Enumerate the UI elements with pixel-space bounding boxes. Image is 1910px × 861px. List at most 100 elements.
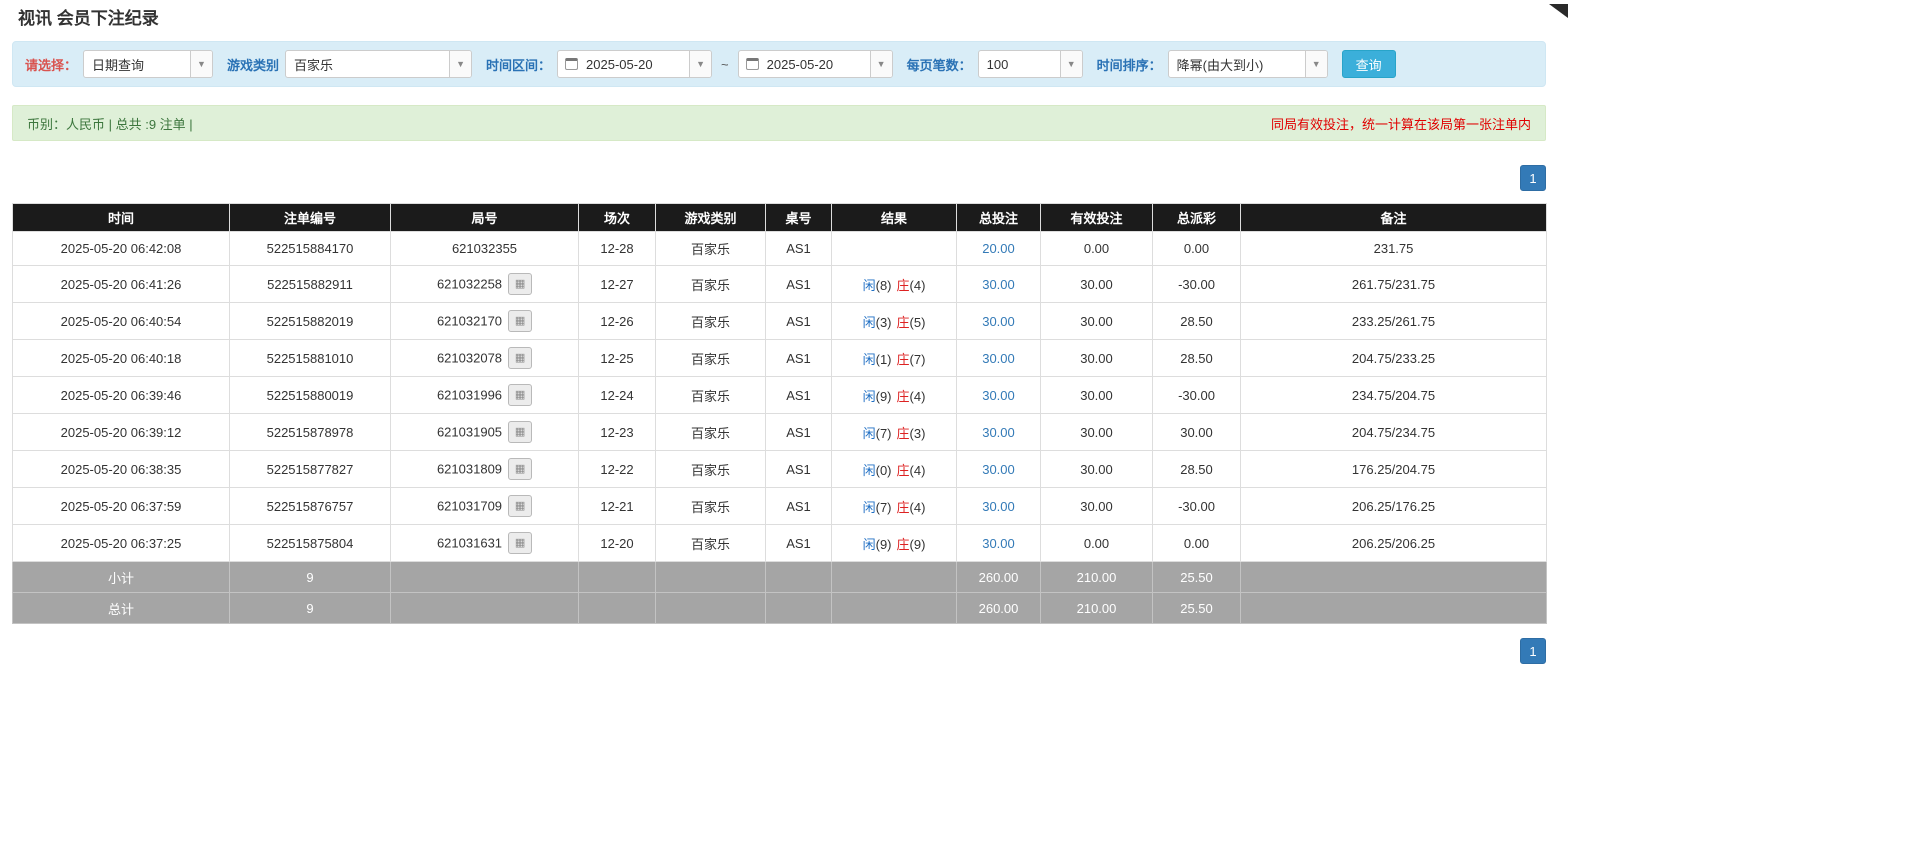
- round-replay-icon[interactable]: ▦: [508, 532, 532, 554]
- cell-session: 12-21: [579, 488, 656, 525]
- total-bet-link[interactable]: 30.00: [982, 388, 1015, 403]
- total-count: 9: [230, 593, 391, 624]
- subtotal-empty: [391, 562, 579, 593]
- cell-session: 12-26: [579, 303, 656, 340]
- range-separator: ~: [721, 57, 729, 72]
- cell-bet-id: 522515880019: [230, 377, 391, 414]
- page-1-button[interactable]: 1: [1520, 638, 1546, 664]
- round-replay-icon[interactable]: ▦: [508, 495, 532, 517]
- round-replay-icon[interactable]: ▦: [508, 347, 532, 369]
- result-banker-score: (4): [910, 500, 926, 515]
- cell-valid-bet: 30.00: [1041, 414, 1153, 451]
- col-time: 时间: [13, 204, 230, 232]
- bet-records-table: 时间 注单编号 局号 场次 游戏类别 桌号 结果 总投注 有效投注 总派彩 备注…: [12, 203, 1547, 624]
- cell-round: 621031905▦: [391, 414, 579, 451]
- total-bet-link[interactable]: 30.00: [982, 499, 1015, 514]
- total-bet-link[interactable]: 30.00: [982, 425, 1015, 440]
- pagination-bottom: 1: [12, 638, 1546, 664]
- cell-game-type: 百家乐: [656, 232, 766, 266]
- page-1-button[interactable]: 1: [1520, 165, 1546, 191]
- sort-order-select[interactable]: 降幂(由大到小) ▼: [1168, 50, 1328, 78]
- page-size-value: 100: [979, 57, 1060, 72]
- cell-round: 621031996 ▦: [391, 377, 579, 414]
- cell-session: 12-24: [579, 377, 656, 414]
- summary-notice: 同局有效投注，统一计算在该局第一张注单内: [1271, 114, 1531, 133]
- cell-session: 12-23: [579, 414, 656, 451]
- cell-bet-id: 522515881010: [230, 340, 391, 377]
- cell-time: 2025-05-20 06:39:46: [13, 377, 230, 414]
- subtotal-empty: [656, 562, 766, 593]
- cell-result: 闲(8)庄(4): [832, 266, 957, 303]
- cell-valid-bet: 30.00: [1041, 488, 1153, 525]
- cell-game-type: 百家乐: [656, 377, 766, 414]
- sort-order-value: 降幂(由大到小): [1169, 55, 1305, 74]
- cell-result: 闲(7)庄(4): [832, 488, 957, 525]
- sort-order-label: 时间排序：: [1097, 55, 1162, 74]
- round-replay-icon[interactable]: ▦: [508, 421, 532, 443]
- date-to-select[interactable]: 2025-05-20 ▼: [738, 50, 893, 78]
- cell-game-type: 百家乐: [656, 266, 766, 303]
- round-number: 621031809: [437, 462, 502, 477]
- cell-game-type: 百家乐: [656, 451, 766, 488]
- cell-table: AS1: [766, 451, 832, 488]
- round-replay-icon[interactable]: ▦: [508, 384, 532, 406]
- total-bet-link[interactable]: 30.00: [982, 536, 1015, 551]
- cell-valid-bet: 0.00: [1041, 525, 1153, 562]
- result-player-score: (0): [876, 463, 892, 478]
- result-player-label: 闲: [863, 315, 876, 330]
- search-button[interactable]: 查询: [1342, 50, 1396, 78]
- subtotal-count: 9: [230, 562, 391, 593]
- calendar-icon: [746, 58, 759, 70]
- result-player-score: (9): [876, 389, 892, 404]
- round-replay-icon[interactable]: ▦: [508, 310, 532, 332]
- col-table: 桌号: [766, 204, 832, 232]
- date-from-select[interactable]: 2025-05-20 ▼: [557, 50, 712, 78]
- total-bet-link[interactable]: 30.00: [982, 314, 1015, 329]
- cell-round: 621031631▦: [391, 525, 579, 562]
- cell-valid-bet: 30.00: [1041, 340, 1153, 377]
- subtotal-payout: 25.50: [1153, 562, 1241, 593]
- table-row: 2025-05-20 06:39:12522515878978621031905…: [13, 414, 1547, 451]
- cell-game-type: 百家乐: [656, 414, 766, 451]
- query-type-value: 日期查询: [84, 55, 190, 74]
- result-player-score: (9): [876, 537, 892, 552]
- cell-time: 2025-05-20 06:42:08: [13, 232, 230, 266]
- round-replay-icon[interactable]: ▦: [508, 458, 532, 480]
- cell-table: AS1: [766, 488, 832, 525]
- subtotal-empty: [579, 562, 656, 593]
- result-banker-label: 庄: [897, 352, 910, 367]
- result-banker-score: (3): [910, 426, 926, 441]
- col-total-bet: 总投注: [957, 204, 1041, 232]
- result-banker-label: 庄: [897, 500, 910, 515]
- game-type-select[interactable]: 百家乐 ▼: [285, 50, 472, 78]
- query-type-select[interactable]: 日期查询 ▼: [83, 50, 213, 78]
- cell-session: 12-20: [579, 525, 656, 562]
- result-player-label: 闲: [863, 389, 876, 404]
- cell-time: 2025-05-20 06:40:54: [13, 303, 230, 340]
- cell-time: 2025-05-20 06:38:35: [13, 451, 230, 488]
- total-bet-link[interactable]: 30.00: [982, 277, 1015, 292]
- cell-total-bet: 30.00: [957, 451, 1041, 488]
- result-player-score: (3): [876, 315, 892, 330]
- total-empty: [391, 593, 579, 624]
- cell-game-type: 百家乐: [656, 340, 766, 377]
- total-bet-link[interactable]: 30.00: [982, 351, 1015, 366]
- cell-payout: -30.00: [1153, 488, 1241, 525]
- page-size-select[interactable]: 100 ▼: [978, 50, 1083, 78]
- round-number: 621031996: [437, 388, 502, 403]
- subtotal-valid-bet: 210.00: [1041, 562, 1153, 593]
- cell-payout: 28.50: [1153, 303, 1241, 340]
- result-banker-score: (9): [910, 537, 926, 552]
- round-number: 621032170: [437, 314, 502, 329]
- cell-time: 2025-05-20 06:41:26: [13, 266, 230, 303]
- total-bet-link[interactable]: 30.00: [982, 462, 1015, 477]
- cell-payout: 28.50: [1153, 451, 1241, 488]
- round-replay-icon[interactable]: ▦: [508, 273, 532, 295]
- cell-table: AS1: [766, 525, 832, 562]
- total-bet-link[interactable]: 20.00: [982, 241, 1015, 256]
- cell-session: 12-22: [579, 451, 656, 488]
- cell-table: AS1: [766, 266, 832, 303]
- result-banker-score: (4): [910, 463, 926, 478]
- chevron-down-icon: ▼: [1305, 51, 1327, 77]
- result-banker-score: (7): [910, 352, 926, 367]
